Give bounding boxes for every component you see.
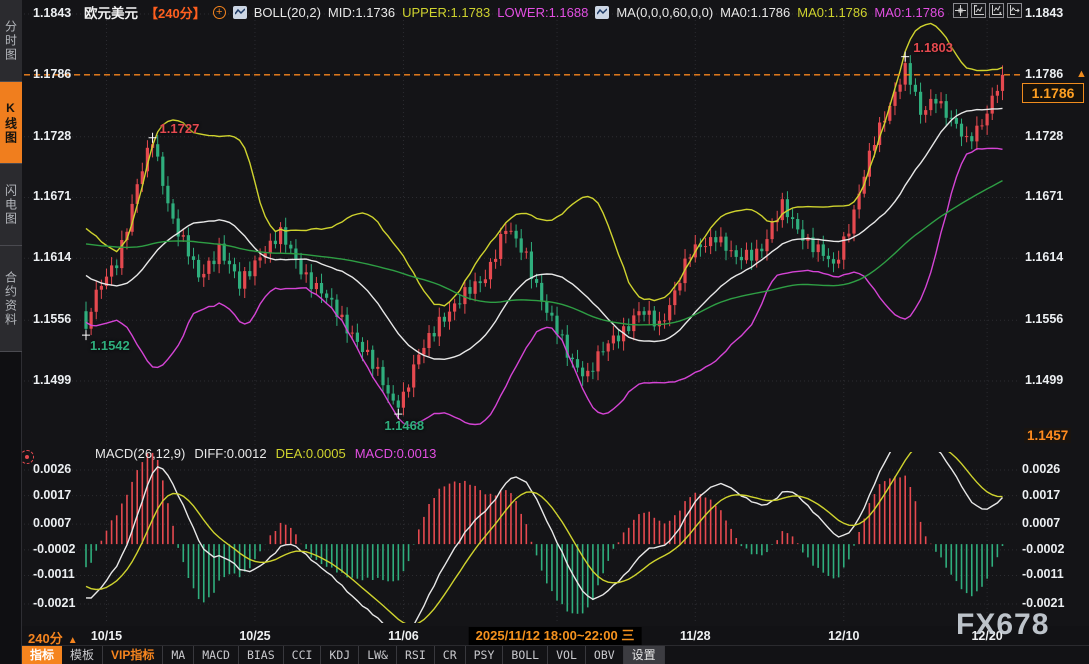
macd-settings-icon[interactable]	[20, 450, 34, 464]
x-axis-row: 240分 ▲ 2025/11/12 18:00~22:00 三	[22, 626, 1089, 646]
toolbar-button-vol[interactable]: VOL	[548, 646, 586, 664]
indicator-toolbar: 指标模板VIP指标MAMACDBIASCCIKDJLW&RSICRPSYBOLL…	[22, 646, 1089, 664]
boll-upper-value: UPPER:1.1783	[402, 5, 490, 20]
toolbar-button-templates[interactable]: 模板	[62, 646, 103, 664]
toolbar-button-bias[interactable]: BIAS	[239, 646, 284, 664]
add-indicator-icon[interactable]: +	[213, 6, 226, 19]
crosshair-date-label: 2025/11/12 18:00~22:00 三	[469, 627, 642, 645]
toolbar-button-obv[interactable]: OBV	[586, 646, 624, 664]
toolbar-button-cci[interactable]: CCI	[284, 646, 322, 664]
toolbar-button-ma[interactable]: MA	[163, 646, 194, 664]
toolbar-button-macd[interactable]: MACD	[194, 646, 239, 664]
ma-value-yellow: MA0:1.1786	[797, 5, 867, 20]
sidebar-tab-flash-chart[interactable]: 闪电图	[0, 164, 22, 246]
chart-type-sidebar: 分时图K线图闪电图合约资料	[0, 0, 22, 664]
boll-lower-value: LOWER:1.1688	[497, 5, 588, 20]
candlestick-chart-canvas[interactable]	[0, 0, 1089, 664]
toolbar-button-lwr[interactable]: LW&	[359, 646, 397, 664]
add-pane-icon[interactable]	[971, 3, 986, 18]
toolbar-button-vip-indicators[interactable]: VIP指标	[103, 646, 163, 664]
crosshair-move-icon[interactable]	[953, 3, 968, 18]
macd-name: MACD(26,12,9)	[95, 446, 185, 461]
symbol-name: 欧元美元	[84, 2, 138, 22]
ma-value-white: MA0:1.1786	[720, 5, 790, 20]
ma-value-magenta: MA0:1.1786	[874, 5, 944, 20]
interval-selector[interactable]: 240分 ▲	[28, 628, 78, 647]
boll-name: BOLL(20,2)	[254, 5, 321, 20]
toolbar-button-rsi[interactable]: RSI	[397, 646, 435, 664]
range-low-label: 1.1457	[1024, 428, 1071, 443]
toolbar-button-cr[interactable]: CR	[435, 646, 466, 664]
toolbar-button-kdj[interactable]: KDJ	[321, 646, 359, 664]
chart-legend: 欧元美元 【240分】 + BOLL(20,2) MID:1.1736 UPPE…	[84, 2, 944, 22]
interval-arrow-icon: ▲	[68, 635, 78, 646]
current-price-tag: 1.1786	[1022, 83, 1084, 103]
macd-dea-value: DEA:0.0005	[276, 446, 346, 461]
toolbar-button-boll[interactable]: BOLL	[503, 646, 548, 664]
toolbar-button-indicators[interactable]: 指标	[22, 646, 62, 664]
move-pane-icon[interactable]	[989, 3, 1004, 18]
boll-indicator-icon[interactable]	[233, 6, 247, 19]
chart-tools	[953, 3, 1022, 18]
sidebar-tab-kline-chart[interactable]: K线图	[0, 82, 22, 164]
interval-label: 【240分】	[145, 3, 206, 22]
exit-pane-icon[interactable]	[1007, 3, 1022, 18]
toolbar-button-settings[interactable]: 设置	[624, 646, 665, 664]
sidebar-tab-contract-info[interactable]: 合约资料	[0, 246, 22, 352]
toolbar-button-psy[interactable]: PSY	[466, 646, 504, 664]
boll-mid-value: MID:1.1736	[328, 5, 395, 20]
fx678-watermark: FX678	[956, 608, 1049, 642]
sidebar-tab-time-chart[interactable]: 分时图	[0, 0, 22, 82]
price-up-arrow-icon: ▲	[1076, 68, 1087, 80]
macd-diff-value: DIFF:0.0012	[194, 446, 266, 461]
ma-name: MA(0,0,0,60,0,0)	[616, 5, 713, 20]
macd-hist-value: MACD:0.0013	[355, 446, 437, 461]
trading-app: 分时图K线图闪电图合约资料 欧元美元 【240分】 + BOLL(20,2) M…	[0, 0, 1089, 664]
interval-text: 240分	[28, 631, 63, 646]
macd-legend: MACD(26,12,9) DIFF:0.0012 DEA:0.0005 MAC…	[95, 446, 436, 461]
ma-indicator-icon[interactable]	[595, 6, 609, 19]
